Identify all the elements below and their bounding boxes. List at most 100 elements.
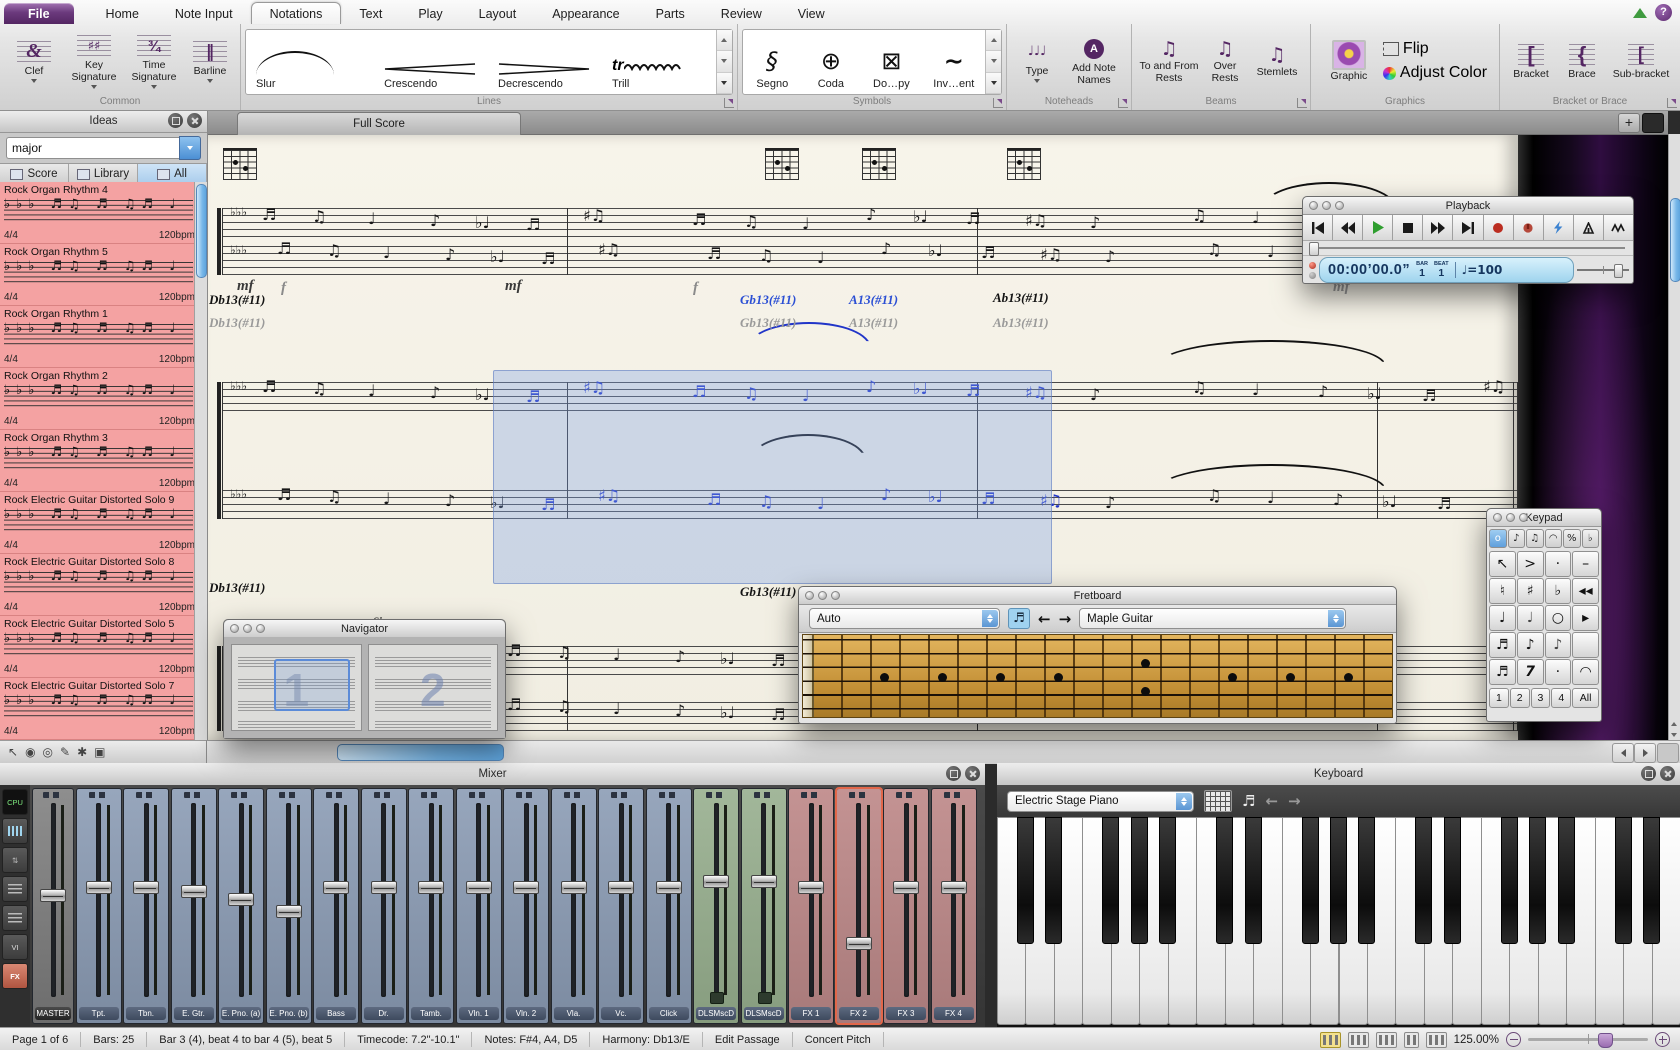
ideas-tab[interactable]: Library	[69, 164, 138, 184]
stop-button[interactable]	[1393, 215, 1423, 240]
fader-knob[interactable]	[608, 881, 634, 894]
slur-button[interactable]: Slur	[246, 30, 374, 94]
piano-black-key[interactable]	[1358, 817, 1375, 944]
playback-position-slider[interactable]	[1303, 241, 1633, 256]
ribbon-tab[interactable]: Notations	[251, 2, 342, 24]
symbols-gallery-scroll[interactable]	[985, 30, 1001, 94]
clef-button[interactable]: & Clef	[5, 37, 63, 86]
keyboard-instrument-select[interactable]: Electric Stage Piano	[1007, 791, 1194, 812]
keyboard-close-button[interactable]	[1660, 766, 1675, 781]
idea-bulb-outline-button[interactable]: ◎	[43, 746, 53, 758]
tenuto[interactable]: –	[1572, 551, 1599, 577]
sub-bracket-button[interactable]: [ Sub-bracket	[1606, 40, 1676, 83]
channel-buttons[interactable]	[89, 792, 109, 798]
fader-knob[interactable]	[656, 881, 682, 894]
stemlets-button[interactable]: ♫ Stemlets	[1250, 42, 1304, 81]
ribbon-tab[interactable]: Play	[400, 3, 460, 24]
capture-idea-button[interactable]: ↖	[8, 746, 18, 758]
bracket-dialog-launcher[interactable]	[1667, 98, 1677, 108]
bracket-button[interactable]: [ Bracket	[1504, 40, 1558, 83]
fretboard-next-button[interactable]: →	[1059, 610, 1072, 628]
voice-button[interactable]: 1	[1489, 688, 1509, 708]
fader-knob[interactable]	[371, 881, 397, 894]
ribbon-tab[interactable]: View	[780, 3, 843, 24]
channel-buttons[interactable]	[184, 792, 204, 798]
view-horizontal-icon[interactable]	[1376, 1032, 1397, 1048]
ribbon-tab[interactable]: Review	[703, 3, 780, 24]
voice-button[interactable]: All	[1572, 688, 1599, 708]
channel-buttons[interactable]	[279, 792, 299, 798]
navigator-page-2[interactable]: 2	[368, 644, 499, 731]
idea-item[interactable]: Rock Organ Rhythm 5 ♭♭♭ ♬♫ ♬ ♫♬ ♩ ♬♫ 4/4…	[0, 244, 207, 306]
mixer-close-button[interactable]	[965, 766, 980, 781]
fretboard-note-display-toggle[interactable]: ♬	[1008, 608, 1030, 629]
brace-button[interactable]: { Brace	[1560, 40, 1604, 83]
cpu-meter-button[interactable]: CPU	[2, 789, 28, 815]
fader-knob[interactable]	[86, 881, 112, 894]
voice-button[interactable]: 2	[1510, 688, 1530, 708]
adjust-color-button[interactable]: Adjust Color	[1383, 64, 1487, 82]
fader-knob[interactable]	[561, 881, 587, 894]
mixer-channel[interactable]: FX 4	[931, 788, 977, 1024]
fretboard-tuning-select[interactable]: Auto	[809, 608, 1000, 629]
zoom-icon[interactable]	[1519, 513, 1528, 522]
passage-selection[interactable]	[493, 370, 1052, 584]
channel-buttons[interactable]	[849, 792, 869, 798]
tempo-slider-thumb[interactable]	[1614, 264, 1623, 278]
piano-black-key[interactable]	[1131, 817, 1148, 944]
channel-buttons[interactable]	[611, 792, 631, 798]
idea-item[interactable]: Rock Electric Guitar Distorted Solo 5 ♭♭…	[0, 616, 207, 678]
go-to-start-button[interactable]	[1303, 215, 1333, 240]
fader-knob[interactable]	[466, 881, 492, 894]
close-icon[interactable]	[230, 624, 239, 633]
navigator-body[interactable]: 1 2	[224, 637, 505, 738]
mixer-channel[interactable]: DLSMscD	[693, 788, 739, 1024]
tab-menu-button[interactable]	[1642, 113, 1664, 133]
voice-button[interactable]: 3	[1531, 688, 1551, 708]
fader-knob[interactable]	[703, 875, 729, 888]
status-item[interactable]: Notes: F#4, A4, D5	[472, 1032, 590, 1047]
beams-to-from-rests-button[interactable]: ♫ To and From Rests	[1138, 36, 1200, 86]
keypad-tab-jazz[interactable]: %	[1563, 529, 1581, 548]
mixer-channel[interactable]: Tamb.	[408, 788, 454, 1024]
idea-item[interactable]: Rock Electric Guitar Distorted Solo 8 ♭♭…	[0, 554, 207, 616]
fader-knob[interactable]	[846, 937, 872, 950]
status-item[interactable]: Harmony: Db13/E	[590, 1032, 702, 1047]
piano-black-key[interactable]	[1102, 817, 1119, 944]
lines-dialog-launcher[interactable]	[724, 98, 734, 108]
mixer-channel[interactable]: Vc.	[598, 788, 644, 1024]
channel-buttons[interactable]	[421, 792, 441, 798]
view-spreads-icon[interactable]	[1348, 1032, 1369, 1048]
fader-knob[interactable]	[941, 881, 967, 894]
piano-black-key[interactable]	[1330, 817, 1347, 944]
strip-size-button[interactable]	[2, 876, 28, 902]
channel-gear-icon[interactable]	[710, 992, 724, 1004]
trill-button[interactable]: tr Trill	[602, 30, 716, 94]
vertical-scroll-thumb[interactable]	[1670, 198, 1680, 282]
status-item[interactable]: Page 1 of 6	[0, 1032, 81, 1047]
coda-button[interactable]: ⊕ Coda	[802, 30, 861, 94]
idea-bulb-button[interactable]: ◉	[25, 746, 35, 758]
fader-view-button[interactable]: ⇅	[2, 847, 28, 873]
ribbon-tab[interactable]: Appearance	[534, 3, 637, 24]
quarter-note[interactable]: ♩	[1489, 605, 1516, 631]
edit-idea-button[interactable]: ✎	[60, 746, 70, 758]
scroll-down-button[interactable]	[1671, 733, 1677, 737]
ideas-tab[interactable]: Score	[0, 164, 69, 184]
meter-view-button[interactable]	[2, 818, 28, 844]
ribbon-tab[interactable]: Home	[88, 3, 157, 24]
keypad-tab-more-notes[interactable]: ♪	[1508, 529, 1526, 548]
segno-button[interactable]: § Segno	[743, 30, 802, 94]
status-item[interactable]: Edit Passage	[703, 1032, 793, 1047]
piano-black-key[interactable]	[1444, 817, 1461, 944]
idea-settings-button[interactable]: ✱	[77, 746, 87, 758]
status-item[interactable]: Concert Pitch	[793, 1032, 884, 1047]
status-item[interactable]: Timecode: 7.2"-10.1"	[345, 1032, 472, 1047]
view-panorama-icon[interactable]	[1426, 1032, 1447, 1048]
channel-buttons[interactable]	[231, 792, 251, 798]
fader-knob[interactable]	[751, 875, 777, 888]
playback-position-thumb[interactable]	[1309, 242, 1319, 256]
close-icon[interactable]	[1309, 201, 1318, 210]
piano-black-key[interactable]	[1558, 817, 1575, 944]
mixer-channel[interactable]: E. Pno. (a)	[218, 788, 264, 1024]
